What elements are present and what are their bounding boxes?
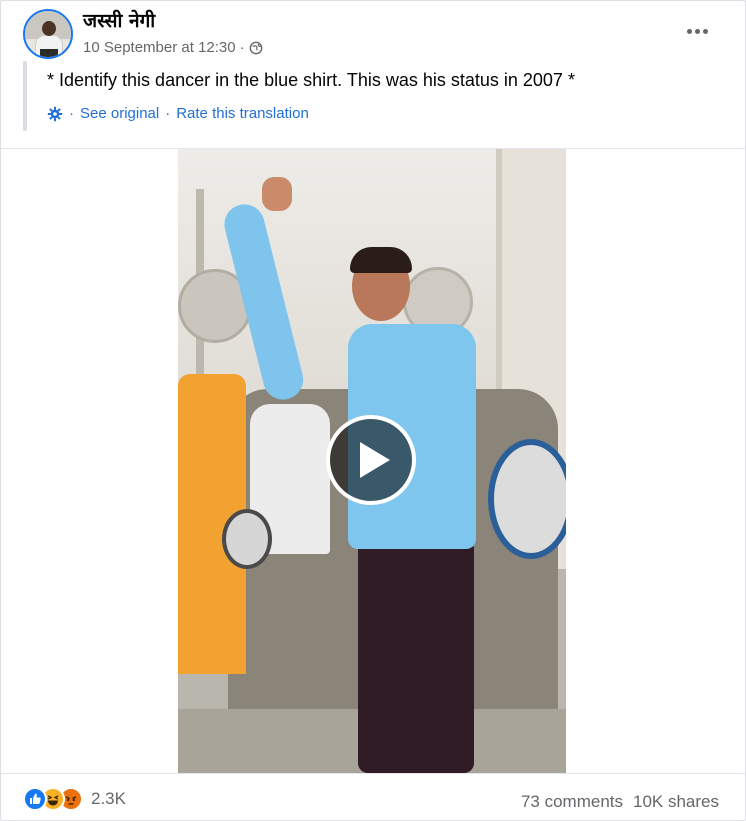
shares-count-link[interactable]: 10K shares	[633, 792, 719, 812]
translation-dot: ·	[165, 105, 171, 122]
meta-separator: ·	[239, 39, 245, 56]
video-frame-dancer-hair	[350, 247, 412, 273]
video-player[interactable]	[178, 149, 566, 773]
comments-count-link[interactable]: 73 comments	[521, 792, 623, 812]
globe-icon[interactable]	[249, 41, 263, 55]
dot	[694, 28, 700, 34]
translation-dot: ·	[69, 105, 74, 122]
video-frame-drum	[488, 439, 566, 559]
author-name[interactable]: जस्सी नेगी	[83, 7, 155, 33]
engagement-counts: 73 comments 10K shares	[521, 792, 719, 812]
play-icon[interactable]	[326, 415, 416, 505]
gear-icon	[47, 106, 63, 121]
like-icon	[23, 787, 47, 811]
facebook-post: जस्सी नेगी 10 September at 12:30 · * Ide…	[0, 0, 746, 821]
post-text: * Identify this dancer in the blue shirt…	[47, 70, 575, 90]
author-avatar[interactable]	[23, 9, 73, 59]
rate-translation-link[interactable]: Rate this translation	[176, 105, 309, 122]
reactions-summary[interactable]: 2.3K	[23, 787, 126, 811]
divider	[1, 773, 746, 774]
dot	[686, 28, 692, 34]
dot	[702, 28, 708, 34]
post-timestamp[interactable]: 10 September at 12:30	[83, 39, 236, 56]
see-original-link[interactable]: See original	[80, 105, 159, 122]
video-frame-drum	[222, 509, 272, 569]
translation-quote-bar	[23, 61, 27, 131]
avatar-figure-legs	[40, 49, 58, 57]
post-meta: 10 September at 12:30 ·	[83, 39, 263, 56]
more-options-icon[interactable]	[677, 17, 717, 45]
reaction-count: 2.3K	[91, 789, 126, 808]
video-frame-dancer-pants	[358, 539, 474, 773]
video-frame-dancer-fist	[262, 177, 292, 211]
avatar-figure-head	[42, 21, 56, 36]
translation-bar: · See original · Rate this translation	[47, 105, 309, 122]
play-triangle	[360, 442, 390, 478]
